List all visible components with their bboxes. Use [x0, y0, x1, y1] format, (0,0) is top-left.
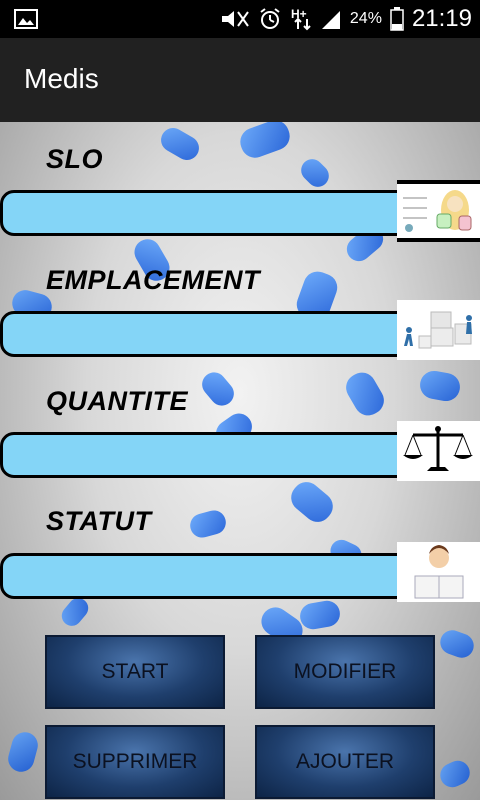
field-label-statut: STATUT	[46, 506, 152, 536]
status-bar: H+ 24% 21:19	[0, 0, 480, 38]
data-hplus-icon: H+	[291, 7, 311, 31]
scale-icon	[397, 421, 480, 481]
battery-icon	[390, 7, 404, 31]
app-bar: Medis	[0, 38, 480, 122]
field-label-slo: SLO	[46, 144, 104, 174]
clock: 21:19	[411, 5, 472, 32]
ajouter-button[interactable]: AJOUTER	[255, 725, 435, 799]
warehouse-workers-illustration	[397, 300, 480, 360]
app-title: Medis	[24, 63, 99, 94]
doctor-avatar-icon	[397, 542, 480, 602]
field-label-quantite: QUANTITE	[46, 386, 188, 416]
field-label-emplacement: EMPLACEMENT	[46, 265, 260, 295]
battery-percent: 24%	[349, 10, 382, 27]
alarm-icon	[260, 8, 280, 29]
muted-icon	[221, 11, 249, 27]
image-icon	[14, 9, 38, 29]
start-button[interactable]: START	[45, 635, 225, 709]
signal-icon	[321, 11, 340, 29]
main-content: SLO EMPLACEMENT QUANTITE STATUT START MO…	[0, 122, 480, 800]
pharmacist-illustration	[397, 180, 480, 242]
modifier-button[interactable]: MODIFIER	[255, 635, 435, 709]
supprimer-button[interactable]: SUPPRIMER	[45, 725, 225, 799]
